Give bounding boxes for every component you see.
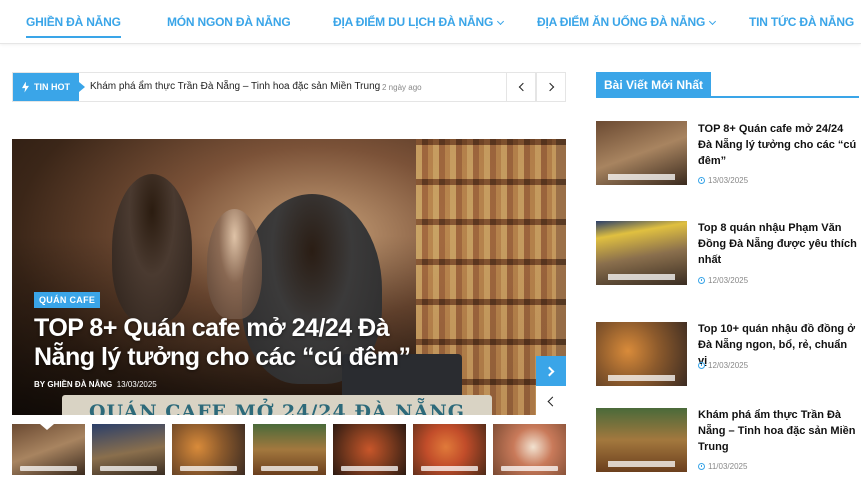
thumbnail-caption: [608, 274, 675, 280]
ticker-next-button[interactable]: [536, 72, 566, 102]
slider-thumbnail[interactable]: [172, 424, 245, 475]
chevron-left-icon: [547, 396, 558, 406]
ticker-headline-link[interactable]: Khám phá ẩm thực Trần Đà Nẵng – Tinh hoa…: [90, 81, 380, 92]
slider-thumbnail[interactable]: [333, 424, 406, 475]
nav-label: ĐỊA ĐIỂM ĂN UỐNG ĐÀ NẴNG: [537, 15, 706, 29]
chevron-right-icon: [545, 82, 554, 92]
slider-next-button[interactable]: [536, 356, 566, 386]
thumbnail-caption: [608, 375, 675, 381]
post-date-text: 13/03/2025: [708, 176, 749, 185]
hero-title-link[interactable]: TOP 8+ Quán cafe mở 24/24 Đà Nẵng lý tưở…: [34, 314, 434, 372]
hero-image-sign: QUÁN CAFE MỞ 24/24 ĐÀ NẴNG: [62, 395, 492, 415]
chevron-right-icon: [544, 366, 555, 376]
clock-icon: [698, 362, 705, 369]
clock-icon: [698, 463, 705, 470]
thumbnail-caption: [608, 174, 675, 180]
news-ticker: TIN HOT Khám phá ẩm thực Trần Đà Nẵng – …: [12, 72, 566, 102]
slider-prev-button[interactable]: [536, 386, 566, 416]
hero-meta: BY GHIỀN ĐÀ NẴNG 13/03/2025: [34, 380, 157, 389]
nav-label: ĐỊA ĐIỂM DU LỊCH ĐÀ NẴNG: [333, 15, 494, 29]
sidebar-heading: Bài Viết Mới Nhất: [596, 72, 859, 98]
post-date: 13/03/2025: [116, 380, 157, 389]
by-label: BY: [34, 380, 46, 389]
chevron-down-icon: [709, 17, 717, 26]
post-date: 12/03/2025: [698, 361, 748, 370]
hero-image-person: [207, 209, 262, 319]
post-thumbnail[interactable]: [596, 322, 687, 386]
clock-icon: [698, 177, 705, 184]
post-date: 13/03/2025: [698, 176, 748, 185]
thumbnail-caption: [421, 466, 478, 471]
chevron-down-icon: [497, 17, 505, 26]
post-thumbnail[interactable]: [596, 221, 687, 285]
post-title-link[interactable]: Khám phá ẩm thực Trần Đà Nẵng – Tinh hoa…: [698, 407, 859, 455]
nav-item-mon-ngon[interactable]: MÓN NGON ĐÀ NẴNG: [167, 15, 291, 29]
chevron-left-icon: [518, 82, 527, 92]
ticker-label: TIN HOT: [13, 73, 85, 101]
bolt-icon: [22, 81, 29, 93]
thumbnail-caption: [100, 466, 157, 471]
post-date: 12/03/2025: [698, 276, 748, 285]
nav-item-ghien-da-nang[interactable]: GHIỀN ĐÀ NẴNG: [26, 15, 121, 38]
post-date: 11/03/2025: [698, 462, 747, 471]
slider-thumbnail[interactable]: [12, 424, 85, 475]
ticker-prev-button[interactable]: [506, 72, 536, 102]
ticker-label-text: TIN HOT: [34, 82, 70, 92]
nav-item-tin-tuc[interactable]: TIN TỨC ĐÀ NẴNG: [749, 15, 854, 29]
ticker-time: 2 ngày ago: [382, 83, 422, 92]
nav-item-dia-diem-an-uong[interactable]: ĐỊA ĐIỂM ĂN UỐNG ĐÀ NẴNG: [537, 15, 717, 29]
post-thumbnail[interactable]: [596, 408, 687, 472]
thumbnail-caption: [261, 466, 318, 471]
thumbnail-caption: [20, 466, 77, 471]
slider-thumbnail[interactable]: [493, 424, 566, 475]
nav-item-dia-diem-du-lich[interactable]: ĐỊA ĐIỂM DU LỊCH ĐÀ NẴNG: [333, 15, 505, 29]
hero-image-person: [112, 174, 192, 324]
nav-label: TIN TỨC ĐÀ NẴNG: [749, 15, 854, 29]
post-date-text: 12/03/2025: [708, 276, 749, 285]
thumbnail-caption: [608, 461, 675, 467]
author-link[interactable]: GHIỀN ĐÀ NẴNG: [47, 380, 112, 389]
post-thumbnail[interactable]: [596, 121, 687, 185]
post-date-text: 12/03/2025: [708, 361, 749, 370]
post-title-link[interactable]: TOP 8+ Quán cafe mở 24/24 Đà Nẵng lý tưở…: [698, 121, 859, 169]
post-date-text: 11/03/2025: [708, 462, 748, 471]
slider-thumbnail[interactable]: [92, 424, 165, 475]
slider-thumbnail[interactable]: [413, 424, 486, 475]
thumbnail-caption: [180, 466, 237, 471]
nav-label: GHIỀN ĐÀ NẴNG: [26, 15, 121, 29]
main-navigation: GHIỀN ĐÀ NẴNG MÓN NGON ĐÀ NẴNG ĐỊA ĐIỂM …: [0, 0, 861, 44]
clock-icon: [698, 277, 705, 284]
nav-label: MÓN NGON ĐÀ NẴNG: [167, 15, 291, 29]
category-badge[interactable]: QUÁN CAFE: [34, 292, 101, 308]
thumbnail-caption: [501, 466, 558, 471]
featured-slide[interactable]: QUÁN CAFE MỞ 24/24 ĐÀ NẴNG QUÁN CAFE TOP…: [12, 139, 566, 415]
thumbnail-caption: [341, 466, 398, 471]
sidebar-heading-text: Bài Viết Mới Nhất: [596, 72, 711, 98]
slider-thumbnail[interactable]: [253, 424, 326, 475]
post-title-link[interactable]: Top 8 quán nhậu Phạm Văn Đồng Đà Nẵng đư…: [698, 220, 859, 268]
